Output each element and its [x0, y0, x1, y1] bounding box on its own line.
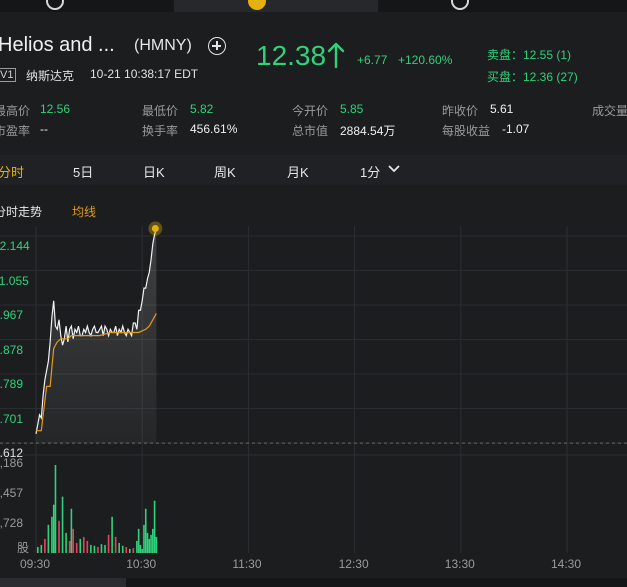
- volume-tick-label: 1,457: [0, 486, 24, 500]
- y-tick-label: 8.878: [0, 342, 24, 357]
- volume-bar: [40, 544, 43, 553]
- volume-bar: [148, 538, 151, 553]
- volume-bar: [144, 508, 147, 553]
- volume-bar: [121, 545, 124, 553]
- volume-bar: [58, 520, 60, 553]
- volume-bar: [86, 540, 89, 553]
- y-tick-label: 12.144: [0, 239, 30, 253]
- volume-bar: [75, 542, 78, 553]
- volume-bar: [47, 524, 50, 553]
- volume-bar: [155, 536, 158, 553]
- last-price-marker: [151, 225, 159, 233]
- volume-bar: [104, 544, 106, 553]
- volume-bar: [132, 548, 135, 553]
- x-tick-label: 11:30: [232, 557, 262, 571]
- volume-bar: [54, 465, 57, 553]
- volume-bar: [44, 538, 46, 553]
- volume-bar: [129, 548, 131, 553]
- volume-bar: [79, 538, 82, 553]
- volume-bar: [114, 536, 117, 553]
- volume-bar: [111, 516, 113, 553]
- volume-bar: [118, 542, 120, 553]
- volume-bar: [51, 516, 53, 553]
- volume-bar: [139, 544, 142, 553]
- volume-tick-label: 0,728: [0, 516, 24, 530]
- y-tick-label: 7.789: [0, 377, 24, 391]
- volume-bar: [52, 504, 55, 553]
- volume-bar: [65, 532, 67, 553]
- volume-bar: [70, 508, 73, 553]
- volume-bar: [97, 546, 99, 553]
- volume-bar: [100, 544, 103, 553]
- volume-bar: [141, 548, 143, 553]
- y-tick-label: 11.055: [0, 273, 29, 288]
- volume-bar: [125, 546, 128, 553]
- volume-bar: [137, 528, 140, 553]
- volume-bar: [150, 534, 152, 553]
- volume-bar: [90, 544, 92, 553]
- x-tick-label: 12:30: [338, 557, 369, 571]
- volume-bar: [107, 534, 110, 553]
- bottom-scrollbar[interactable]: [0, 578, 627, 587]
- volume-bar: [136, 540, 138, 553]
- volume-bar: [72, 528, 74, 553]
- y-tick-label: 9.967: [0, 308, 24, 322]
- y-tick-label: 6.701: [0, 411, 24, 426]
- volume-bar: [153, 500, 156, 553]
- volume-bar: [146, 532, 149, 553]
- scrollbar-thumb[interactable]: [0, 578, 126, 587]
- volume-bar: [143, 524, 145, 553]
- x-tick-label: 09:30: [20, 557, 51, 571]
- volume-bar: [82, 536, 85, 553]
- volume-tick-label: 股: [17, 541, 30, 555]
- volume-bar: [61, 496, 64, 553]
- x-tick-label: 10:30: [126, 557, 157, 571]
- intraday-chart-svg: [0, 221, 627, 553]
- volume-bar: [36, 546, 39, 553]
- volume-bar: [152, 528, 154, 553]
- volume-tick-label: 2,186: [0, 456, 24, 470]
- x-tick-label: 14:30: [551, 557, 582, 571]
- volume-bar: [93, 545, 96, 553]
- x-tick-label: 13:30: [444, 557, 475, 571]
- volume-bar: [68, 540, 71, 553]
